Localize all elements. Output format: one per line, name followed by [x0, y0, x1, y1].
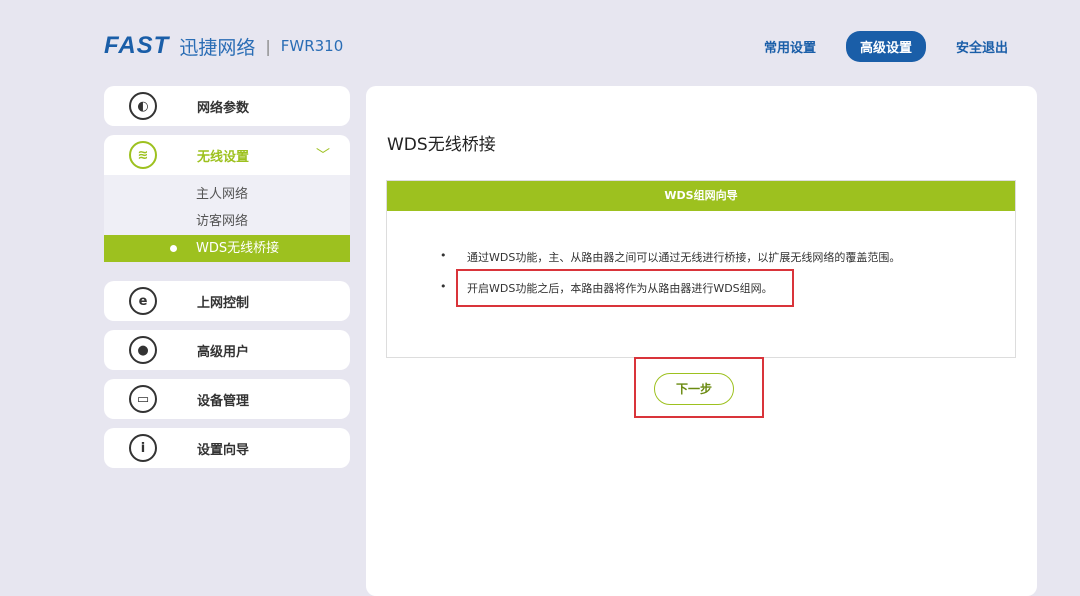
brand-logo: FAST — [104, 32, 169, 60]
nav-advanced-settings[interactable]: 高级设置 — [846, 31, 926, 62]
router-icon: ▭ — [129, 385, 157, 413]
sidebar-item-advanced-user[interactable]: ● 高级用户 — [104, 330, 350, 370]
submenu-wds-bridge[interactable]: WDS无线桥接 — [104, 235, 350, 262]
highlight-box — [634, 357, 764, 418]
chevron-down-icon: ﹀ — [316, 145, 330, 165]
sidebar-item-label: 设备管理 — [197, 390, 249, 409]
user-icon: ● — [129, 336, 157, 364]
globe-icon: ◐ — [129, 92, 157, 120]
sidebar-item-device-management[interactable]: ▭ 设备管理 — [104, 379, 350, 419]
nav-common-settings[interactable]: 常用设置 — [750, 31, 830, 62]
bullet-item: 通过WDS功能，主、从路由器之间可以通过无线进行桥接，以扩展无线网络的覆盖范围。 — [440, 249, 1015, 265]
wireless-submenu: 主人网络 访客网络 WDS无线桥接 — [104, 175, 350, 262]
sidebar-item-label: 设置向导 — [197, 439, 249, 458]
sidebar-item-label: 上网控制 — [197, 292, 249, 311]
separator: | — [265, 37, 270, 56]
sidebar-item-wireless[interactable]: ≋ 无线设置 ﹀ — [104, 135, 350, 175]
submenu-label: WDS无线桥接 — [196, 241, 279, 256]
submenu-host-network[interactable]: 主人网络 — [104, 181, 350, 208]
sidebar-item-label: 网络参数 — [197, 97, 249, 116]
sidebar-item-label: 高级用户 — [197, 341, 249, 360]
highlight-box — [456, 269, 794, 307]
card-header: WDS组网向导 — [387, 181, 1015, 211]
sidebar-item-label: 无线设置 — [197, 146, 249, 165]
logo: FAST 迅捷网络 | FWR310 — [104, 32, 343, 60]
top-nav: 常用设置 高级设置 安全退出 — [750, 31, 1022, 62]
nav-logout[interactable]: 安全退出 — [942, 31, 1022, 62]
sidebar-item-setup-wizard[interactable]: i 设置向导 — [104, 428, 350, 468]
info-icon: i — [129, 434, 157, 462]
internet-e-icon: e — [129, 287, 157, 315]
selected-dot-icon — [170, 245, 177, 252]
submenu-guest-network[interactable]: 访客网络 — [104, 208, 350, 235]
model-name: FWR310 — [281, 37, 344, 55]
brand-cn: 迅捷网络 — [179, 33, 255, 60]
sidebar-item-network[interactable]: ◐ 网络参数 — [104, 86, 350, 126]
main-panel: WDS无线桥接 WDS组网向导 通过WDS功能，主、从路由器之间可以通过无线进行… — [366, 86, 1037, 596]
sidebar: ◐ 网络参数 ≋ 无线设置 ﹀ 主人网络 访客网络 WDS无线桥接 e 上网控制 ● 高级… — [104, 86, 350, 477]
page-title: WDS无线桥接 — [387, 130, 496, 155]
sidebar-item-internet-control[interactable]: e 上网控制 — [104, 281, 350, 321]
wifi-icon: ≋ — [129, 141, 157, 169]
